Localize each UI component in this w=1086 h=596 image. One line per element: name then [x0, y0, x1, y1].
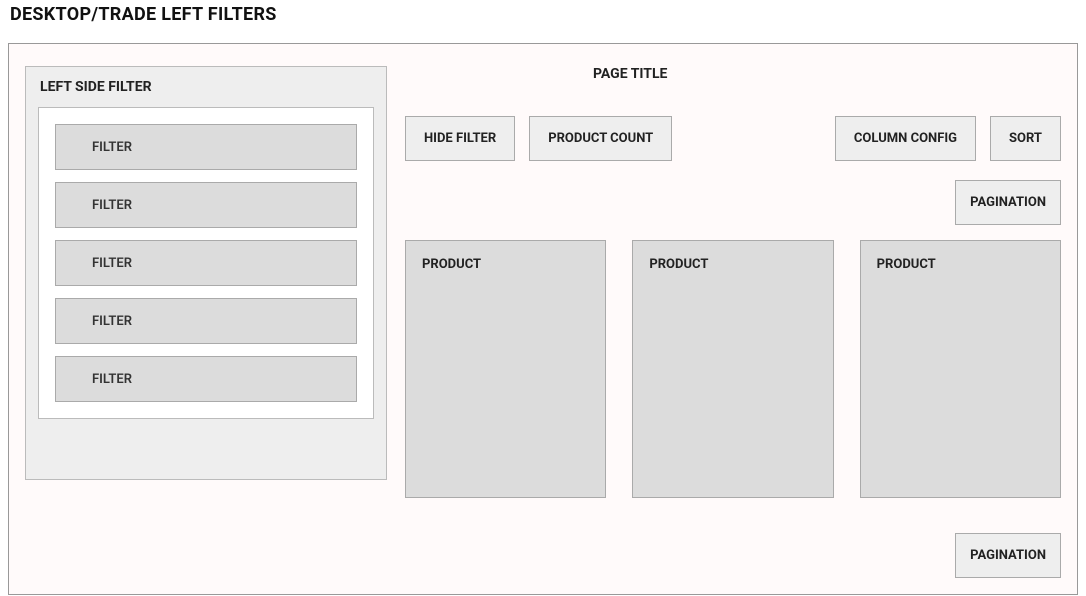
product-card[interactable]: PRODUCT: [405, 240, 606, 498]
product-count-button[interactable]: PRODUCT COUNT: [529, 116, 672, 161]
filter-list: FILTER FILTER FILTER FILTER FILTER: [38, 107, 374, 419]
page-title: PAGE TITLE: [593, 66, 667, 82]
pagination-bottom[interactable]: PAGINATION: [955, 533, 1061, 578]
product-grid: PRODUCT PRODUCT PRODUCT: [405, 240, 1061, 498]
sort-button[interactable]: SORT: [990, 116, 1061, 161]
left-side-filter: LEFT SIDE FILTER FILTER FILTER FILTER FI…: [25, 66, 387, 480]
toolbar-right: COLUMN CONFIG SORT: [835, 116, 1061, 161]
wireframe-frame: LEFT SIDE FILTER FILTER FILTER FILTER FI…: [8, 43, 1078, 595]
toolbar: HIDE FILTER PRODUCT COUNT COLUMN CONFIG …: [405, 116, 1061, 161]
filter-item[interactable]: FILTER: [55, 182, 357, 228]
column-config-button[interactable]: COLUMN CONFIG: [835, 116, 976, 161]
filter-item[interactable]: FILTER: [55, 240, 357, 286]
layout-title: DESKTOP/TRADE LEFT FILTERS: [10, 4, 1078, 25]
hide-filter-button[interactable]: HIDE FILTER: [405, 116, 515, 161]
filter-item[interactable]: FILTER: [55, 124, 357, 170]
pagination-top[interactable]: PAGINATION: [955, 180, 1061, 225]
filter-item[interactable]: FILTER: [55, 356, 357, 402]
toolbar-left: HIDE FILTER PRODUCT COUNT: [405, 116, 672, 161]
product-card[interactable]: PRODUCT: [632, 240, 833, 498]
sidebar-title: LEFT SIDE FILTER: [40, 79, 374, 95]
filter-item[interactable]: FILTER: [55, 298, 357, 344]
product-card[interactable]: PRODUCT: [860, 240, 1061, 498]
